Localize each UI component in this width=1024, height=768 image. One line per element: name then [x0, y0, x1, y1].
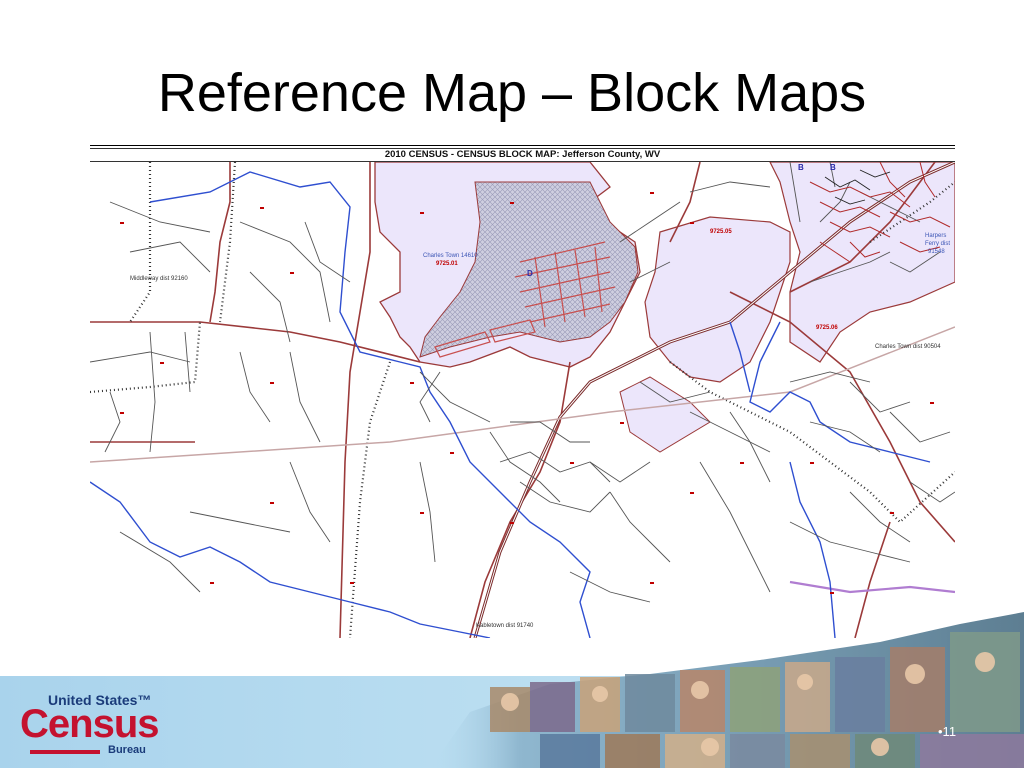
label-charles-town-dist: Charles Town dist 90504 [875, 344, 941, 350]
label-middleway: Middleway dist 92160 [130, 276, 188, 282]
logo-bureau: Bureau [108, 744, 146, 756]
label-charles-town-place: Charles Town 14610 [423, 253, 478, 259]
label-harpers-2: Ferry dist [925, 241, 950, 247]
county-line [789, 580, 955, 594]
map-header: 2010 CENSUS - CENSUS BLOCK MAP: Jefferso… [90, 148, 955, 162]
label-letter-d: D [527, 269, 533, 278]
census-bureau-logo: United States™ Census Bureau [20, 692, 170, 758]
label-tract-972505: 9725.05 [710, 229, 732, 235]
slide-title: Reference Map – Block Maps [157, 63, 867, 123]
label-tract-972506: 9725.06 [816, 325, 838, 331]
label-tract-972501: 9725.01 [436, 261, 458, 267]
logo-bar [30, 750, 100, 754]
photo-collage [430, 612, 1024, 768]
label-letter-b2: B [830, 163, 836, 172]
map-canvas: Middleway dist 92160 Charles Town 14610 … [90, 162, 955, 638]
place-area-northeast [769, 162, 955, 363]
place-area-east [644, 216, 791, 383]
label-harpers-3: 91548 [928, 249, 945, 255]
logo-census: Census [20, 702, 159, 746]
label-harpers-1: Harpers [925, 233, 946, 239]
census-block-map: 2010 CENSUS - CENSUS BLOCK MAP: Jefferso… [90, 145, 955, 638]
place-area-southeast [619, 376, 711, 453]
label-letter-b1: B [798, 163, 804, 172]
page-number: •11 [938, 724, 957, 739]
